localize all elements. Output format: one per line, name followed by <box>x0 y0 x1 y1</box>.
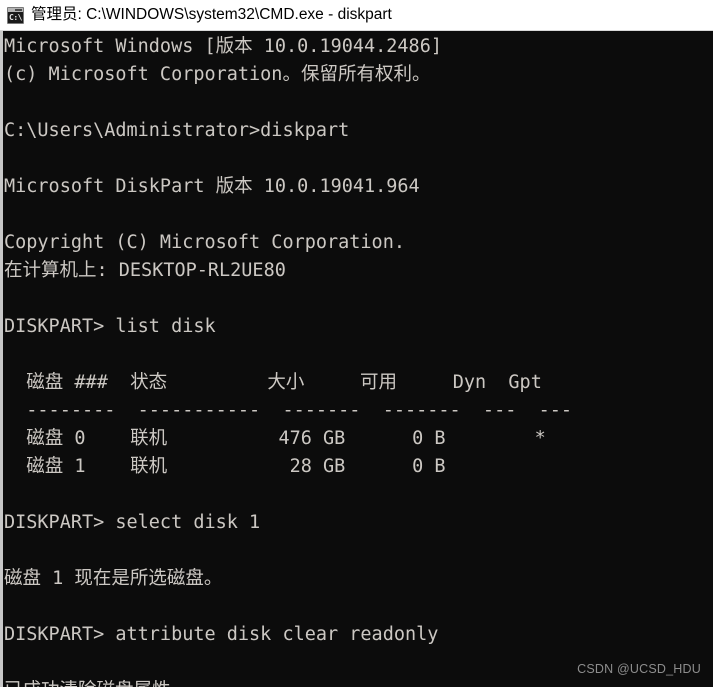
console-line: 在计算机上: DESKTOP-RL2UE80 <box>4 260 286 281</box>
console-line: 磁盘 ### 状态 大小 可用 Dyn Gpt <box>4 372 542 393</box>
window-title: 管理员: C:\WINDOWS\system32\CMD.exe - diskp… <box>31 6 392 23</box>
console-line: 磁盘 1 现在是所选磁盘。 <box>4 568 223 589</box>
watermark-label: CSDN @UCSD_HDU <box>577 662 701 676</box>
console-line: DISKPART> attribute disk clear readonly <box>4 624 439 645</box>
icon-prompt-glyph: C:\. <box>9 12 23 22</box>
cmd-console-icon: C:\. <box>7 6 24 24</box>
console-client-area[interactable]: Microsoft Windows [版本 10.0.19044.2486] (c… <box>0 31 713 687</box>
console-line: (c) Microsoft Corporation。保留所有权利。 <box>4 64 431 85</box>
console-output: Microsoft Windows [版本 10.0.19044.2486] (c… <box>4 33 572 687</box>
console-line: Copyright (C) Microsoft Corporation. <box>4 232 405 253</box>
console-line: -------- ----------- ------- ------- ---… <box>4 400 573 421</box>
window-titlebar[interactable]: C:\. 管理员: C:\WINDOWS\system32\CMD.exe - … <box>0 0 713 31</box>
console-line: C:\Users\Administrator>diskpart <box>4 120 350 141</box>
console-line: 磁盘 0 联机 476 GB 0 B * <box>4 428 546 449</box>
console-line: 已成功清除磁盘属性。 <box>4 677 572 687</box>
console-line: Microsoft Windows [版本 10.0.19044.2486] <box>4 36 442 57</box>
console-line: DISKPART> list disk <box>4 316 216 337</box>
console-line: 磁盘 1 联机 28 GB 0 B <box>4 456 446 477</box>
console-line: DISKPART> select disk 1 <box>4 512 261 533</box>
cmd-window: C:\. 管理员: C:\WINDOWS\system32\CMD.exe - … <box>0 0 713 687</box>
console-line: Microsoft DiskPart 版本 10.0.19041.964 <box>4 176 420 197</box>
